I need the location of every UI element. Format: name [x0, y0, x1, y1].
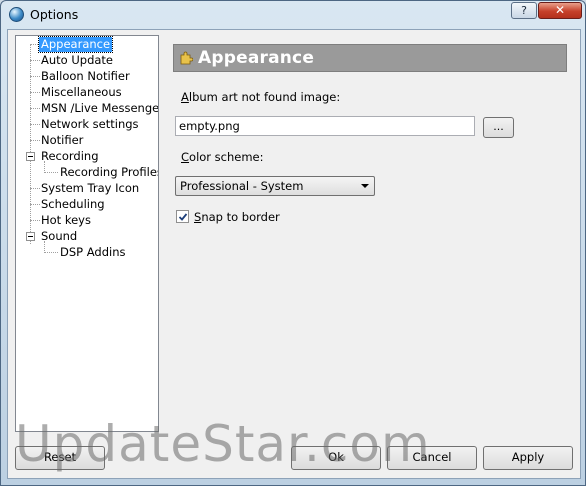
- section-title: Appearance: [198, 48, 315, 68]
- tree-item-network-settings[interactable]: Network settings: [41, 117, 139, 132]
- options-tree[interactable]: Appearance Auto Update Balloon Notifier …: [15, 35, 159, 432]
- tree-line: [44, 252, 58, 253]
- sound-collapse-icon[interactable]: [26, 232, 35, 241]
- dropdown-arrow-icon: [361, 184, 369, 188]
- tree-item-recording[interactable]: Recording: [41, 149, 99, 164]
- tree-line: [30, 204, 40, 205]
- tree-item-recording-profiles[interactable]: Recording Profiles: [60, 165, 158, 180]
- cancel-button[interactable]: Cancel: [387, 446, 477, 470]
- tree-item-auto-update[interactable]: Auto Update: [41, 53, 113, 68]
- tree-item-balloon-notifier[interactable]: Balloon Notifier: [41, 69, 130, 84]
- tree-item-notifier[interactable]: Notifier: [41, 133, 83, 148]
- recording-collapse-icon[interactable]: [26, 152, 35, 161]
- color-scheme-select[interactable]: Professional - System: [175, 176, 375, 196]
- tree-item-miscellaneous[interactable]: Miscellaneous: [41, 85, 122, 100]
- ok-button[interactable]: Ok: [291, 446, 381, 470]
- checkmark-icon: [178, 213, 188, 221]
- close-button[interactable]: ✕: [538, 2, 582, 19]
- tree-line: [30, 108, 40, 109]
- tree-line: [30, 92, 40, 93]
- dialog-client-area: Appearance Auto Update Balloon Notifier …: [7, 29, 581, 479]
- tree-line: [30, 140, 40, 141]
- window-title: Options: [30, 7, 79, 22]
- app-globe-icon: [9, 7, 24, 22]
- tree-line: [44, 172, 58, 173]
- album-art-label: Album art not found image:: [181, 90, 341, 104]
- tree-line: [30, 188, 40, 189]
- snap-to-border-label[interactable]: Snap to border: [194, 210, 280, 224]
- album-art-input[interactable]: empty.png: [175, 116, 475, 136]
- title-bar[interactable]: Options ? ✕: [1, 1, 585, 29]
- snap-to-border-checkbox[interactable]: [176, 210, 189, 223]
- help-button[interactable]: ?: [511, 2, 537, 19]
- browse-button[interactable]: ...: [483, 117, 514, 138]
- tree-line: [30, 60, 40, 61]
- tree-line: [30, 124, 40, 125]
- tree-item-appearance[interactable]: Appearance: [37, 36, 114, 53]
- tree-item-scheduling[interactable]: Scheduling: [41, 197, 105, 212]
- tree-item-msn-live-messenger[interactable]: MSN /Live Messenger: [41, 101, 158, 116]
- options-window: Options ? ✕ Appearance Auto Update Ballo…: [0, 0, 586, 486]
- tree-item-system-tray-icon[interactable]: System Tray Icon: [41, 181, 139, 196]
- reset-button[interactable]: Reset: [15, 446, 105, 470]
- color-scheme-value: Professional - System: [180, 179, 304, 193]
- tree-line: [30, 220, 40, 221]
- tree-line: [30, 76, 40, 77]
- tree-item-sound[interactable]: Sound: [41, 229, 77, 244]
- tree-item-dsp-addins[interactable]: DSP Addins: [60, 245, 126, 260]
- apply-button[interactable]: Apply: [483, 446, 573, 470]
- tree-line: [30, 44, 31, 244]
- color-scheme-label: Color scheme:: [181, 150, 264, 164]
- section-header: Appearance: [173, 44, 567, 72]
- puzzle-piece-icon: [180, 51, 193, 65]
- tree-item-hot-keys[interactable]: Hot keys: [41, 213, 91, 228]
